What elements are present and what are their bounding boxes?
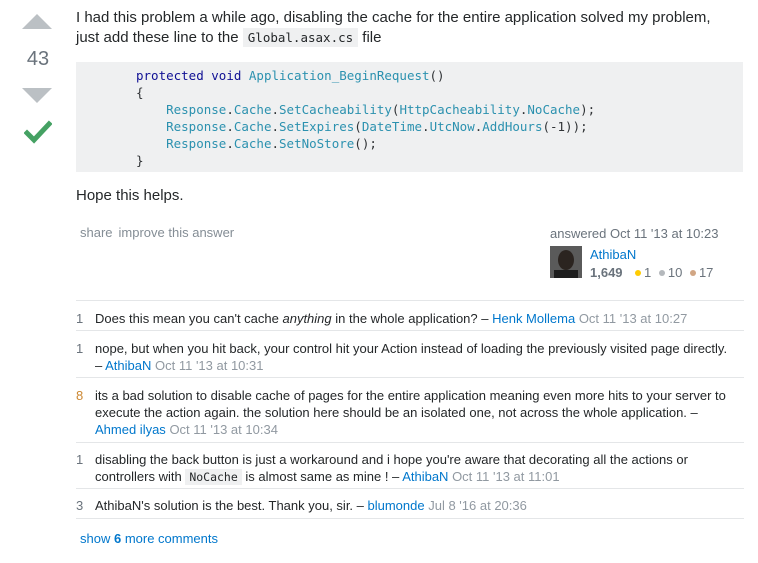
answered-timestamp: answered Oct 11 '13 at 10:23 [550, 226, 719, 241]
bronze-badge-count: 17 [698, 265, 714, 280]
silver-badge-count: 10 [667, 265, 683, 280]
comment-score[interactable]: 1 [76, 310, 90, 327]
post-menu: share improve this answer [80, 225, 240, 240]
code-function: Application_BeginRequest [248, 68, 430, 83]
code-ident: Response [166, 136, 227, 151]
comment-user-link[interactable]: AthibaN [105, 358, 151, 373]
upvote-arrow-icon[interactable] [22, 14, 52, 29]
badges: 1 10 17 [631, 265, 713, 280]
user-card: answered Oct 11 '13 at 10:23 AthibaN 1,6… [550, 226, 740, 280]
code-ident: Cache [233, 119, 272, 134]
comment-text: AthibaN's solution is the best. Thank yo… [95, 498, 368, 513]
comment-body: its a bad solution to disable cache of p… [95, 387, 735, 438]
comment-body: nope, but when you hit back, your contro… [95, 340, 735, 374]
comment-score[interactable]: 1 [76, 451, 90, 468]
gold-badge-icon [635, 270, 641, 277]
code-ident: DateTime [361, 119, 423, 134]
code-ident: SetNoStore [279, 136, 355, 151]
improve-answer-link[interactable]: improve this answer [119, 225, 235, 240]
code-text: { [136, 85, 144, 100]
comment-body: AthibaN's solution is the best. Thank yo… [95, 497, 735, 514]
code-keyword: protected [136, 68, 204, 83]
comment-text: its a bad solution to disable cache of p… [95, 388, 726, 420]
code-text: (-1)); [542, 119, 588, 134]
reputation-score: 1,649 [590, 265, 623, 280]
code-text: (); [354, 136, 377, 151]
comment-inline-code: NoCache [185, 469, 242, 485]
answer-closing: Hope this helps. [76, 187, 184, 204]
comment-date[interactable]: Oct 11 '13 at 10:34 [169, 422, 277, 437]
user-name-link[interactable]: AthibaN [590, 247, 636, 262]
vote-count: 43 [26, 48, 50, 70]
code-ident: Response [166, 102, 227, 117]
comment-score[interactable]: 8 [76, 387, 90, 404]
share-link[interactable]: share [80, 225, 113, 240]
inline-code: Global.asax.cs [242, 28, 359, 47]
comment-body: Does this mean you can't cache anything … [95, 310, 735, 327]
show-more-comments-link[interactable]: show 6 more comments [80, 531, 218, 546]
show-more-text: more comments [121, 531, 219, 546]
avatar-image [550, 246, 582, 278]
bronze-badge-icon [689, 270, 696, 277]
downvote-arrow-icon[interactable] [22, 88, 52, 103]
comment-text: Does this mean you can't cache [95, 311, 283, 326]
show-more-text: show [80, 531, 114, 546]
comment-text: in the whole application? – [331, 311, 493, 326]
code-ident: NoCache [527, 102, 581, 117]
comment-emphasis: anything [282, 311, 332, 326]
comment-divider [76, 330, 744, 331]
avatar[interactable] [550, 246, 582, 278]
comment-divider [76, 442, 744, 443]
comment-user-link[interactable]: Ahmed ilyas [95, 422, 166, 437]
accepted-checkmark-icon [24, 120, 52, 144]
comment-body: disabling the back button is just a work… [95, 451, 735, 486]
comment-score[interactable]: 1 [76, 340, 90, 357]
code-block: protected void Application_BeginRequest(… [76, 62, 743, 172]
answer-paragraph: I had this problem a while ago, disablin… [76, 8, 736, 48]
code-ident: SetExpires [279, 119, 355, 134]
code-text: } [136, 153, 144, 168]
code-text: () [429, 68, 445, 83]
comment-divider [76, 488, 744, 489]
answer-text: I had this problem a while ago, disablin… [76, 9, 711, 46]
code-ident: SetCacheability [279, 102, 392, 117]
comment-date[interactable]: Oct 11 '13 at 11:01 [452, 469, 560, 484]
comment-score[interactable]: 3 [76, 497, 90, 514]
comment-user-link[interactable]: AthibaN [402, 469, 448, 484]
code-text: ); [580, 102, 596, 117]
comment-date[interactable]: Oct 11 '13 at 10:27 [579, 311, 687, 326]
comment-date[interactable]: Jul 8 '16 at 20:36 [428, 498, 527, 513]
silver-badge-icon [658, 270, 665, 277]
code-ident: Response [166, 119, 227, 134]
comment-date[interactable]: Oct 11 '13 at 10:31 [155, 358, 263, 373]
comment-divider [76, 377, 744, 378]
code-ident: UtcNow [429, 119, 475, 134]
answer-text-tail: file [358, 29, 382, 46]
comment-user-link[interactable]: Henk Mollema [492, 311, 575, 326]
comment-text: is almost same as mine ! – [241, 469, 403, 484]
comment-user-link[interactable]: blumonde [368, 498, 425, 513]
gold-badge-count: 1 [644, 265, 652, 280]
code-ident: HttpCacheability [399, 102, 520, 117]
code-ident: Cache [233, 102, 272, 117]
code-ident: AddHours [482, 119, 543, 134]
comments-list: 1 Does this mean you can't cache anythin… [76, 300, 744, 519]
code-ident: Cache [233, 136, 272, 151]
comment-divider [76, 518, 744, 519]
code-keyword: void [211, 68, 242, 83]
